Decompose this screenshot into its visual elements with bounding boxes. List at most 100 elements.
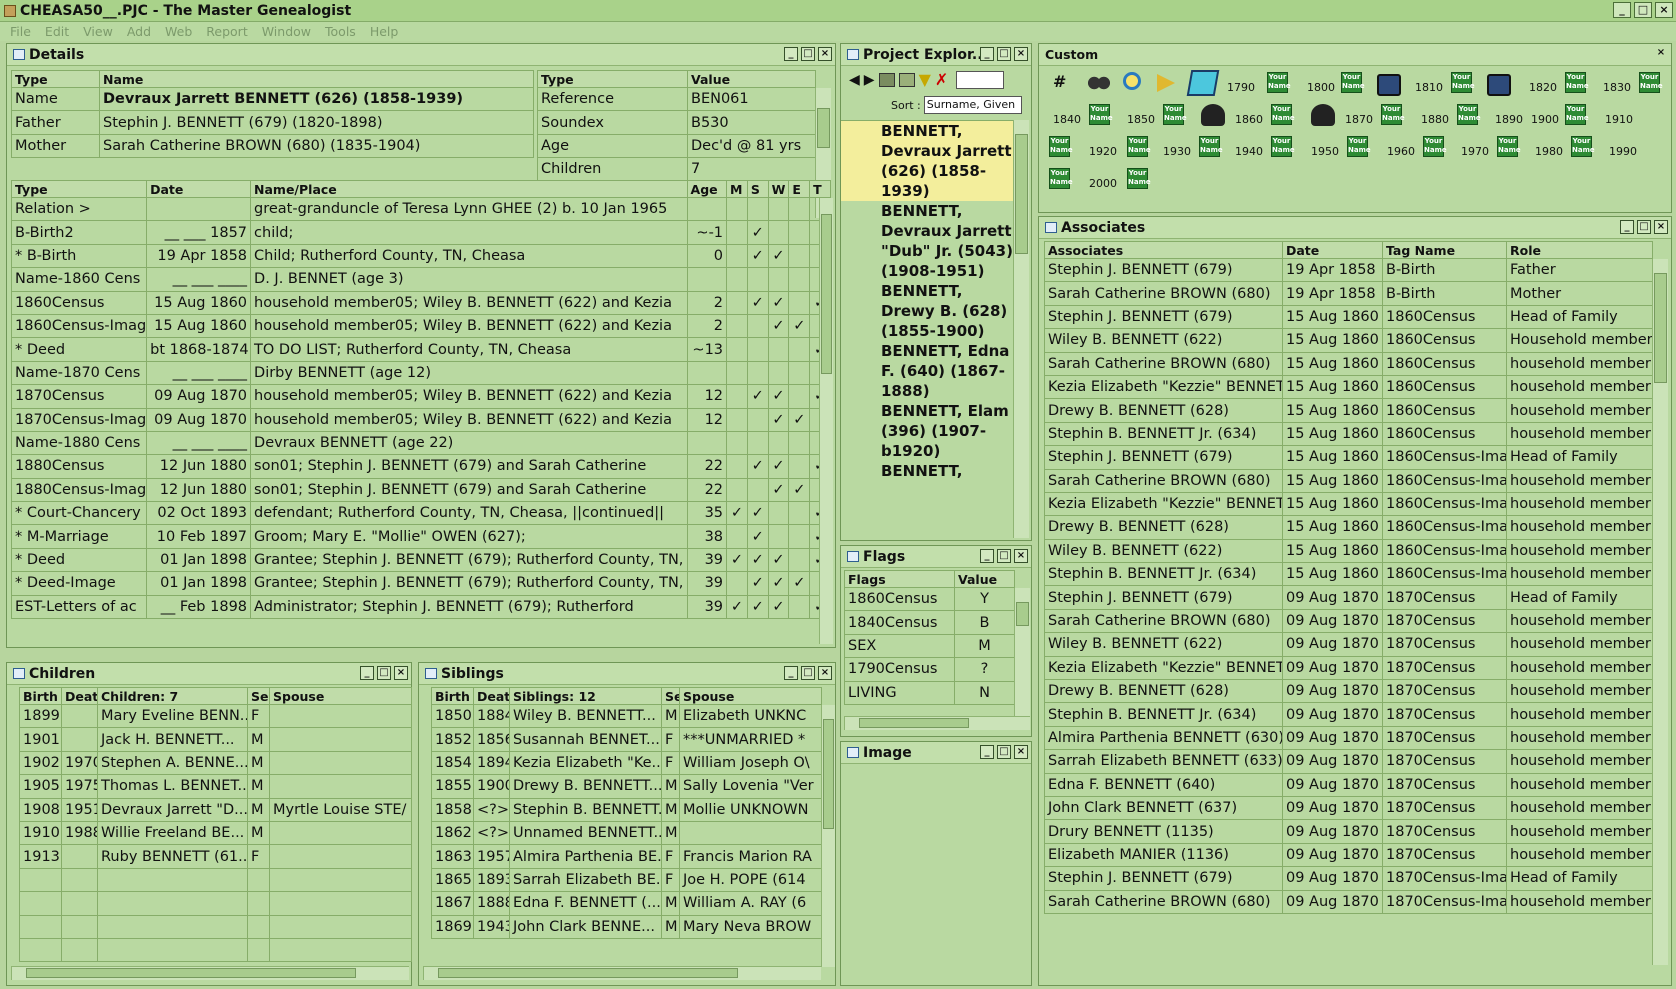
your-name-button[interactable]: Your Name — [1089, 104, 1113, 125]
panel-restore-button[interactable]: □ — [801, 666, 815, 680]
associate-column-header[interactable]: Tag Name — [1382, 241, 1507, 259]
person-silhouette-icon[interactable] — [1201, 104, 1225, 126]
sibling-row[interactable]: 18691943John Clark BENNE...MMary Neva BR… — [431, 914, 822, 939]
value-row[interactable]: Reference BEN061 — [537, 86, 816, 112]
event-row[interactable]: * M-Marriage 10 Feb 1897 Groom; Mary E. "M… — [10, 524, 831, 549]
associate-column-header[interactable]: Associates — [1044, 241, 1283, 259]
associate-row[interactable]: Wiley B. BENNETT (622) 09 Aug 1870 1870Cen… — [1044, 632, 1653, 657]
event-row[interactable]: Name-1880 Cens __ ___ ____ Devraux BENNETT… — [10, 430, 831, 456]
your-name-button[interactable]: Your Name — [1423, 136, 1447, 157]
menu-window[interactable]: Window — [262, 24, 311, 39]
your-name-button[interactable]: Your Name — [1565, 104, 1589, 125]
camera-icon[interactable] — [1377, 74, 1401, 96]
child-column-header[interactable]: Children: 7 — [97, 687, 248, 705]
child-column-header[interactable]: Deatl — [61, 687, 98, 705]
associate-row[interactable]: Almira Parthenia BENNETT (630) 09 Aug 187… — [1044, 725, 1653, 751]
sibling-row[interactable]: 18631957Almira Parthenia BE...FFrancis M… — [431, 844, 822, 869]
panel-restore-button[interactable]: □ — [801, 47, 815, 61]
name-row[interactable]: Mother Sarah Catherine BROWN (680) (1835-… — [11, 133, 534, 159]
your-name-button[interactable]: Your Name — [1271, 136, 1295, 157]
your-name-button[interactable]: Your Name — [1267, 72, 1291, 93]
event-row[interactable]: 1860Census 15 Aug 1860 household member05;… — [10, 290, 831, 315]
child-row[interactable]: 19101988Willie Freeland BE...M — [19, 820, 412, 846]
menu-help[interactable]: Help — [370, 24, 399, 39]
flag-row[interactable]: LIVING N — [844, 680, 1015, 705]
sibling-row[interactable]: 1862 <?> Unnamed BENNETT... M — [431, 820, 822, 846]
associate-row[interactable]: Kezia Elizabeth "Kezzie" BENNET 15 Aug 18… — [1044, 374, 1653, 400]
associate-row[interactable]: Sarah Catherine BROWN (680) 15 Aug 1860 18… — [1044, 351, 1653, 376]
child-column-header[interactable]: Se — [247, 687, 270, 705]
associate-row[interactable]: Sarah Catherine BROWN (680) 09 Aug 1870 18… — [1044, 608, 1653, 634]
event-column-header[interactable]: Date — [146, 180, 252, 198]
your-name-button[interactable]: Your Name — [1341, 72, 1365, 93]
forward-arrow-icon[interactable]: ▶ — [864, 72, 875, 88]
child-column-header[interactable]: Spouse — [269, 687, 412, 705]
associate-row[interactable]: John Clark BENNETT (637) 09 Aug 1870 1870C… — [1044, 795, 1653, 821]
panel-close-button[interactable]: × — [1014, 745, 1028, 759]
event-row[interactable]: Relation > great-granduncle of Teresa Lyn… — [10, 196, 831, 222]
flag-row[interactable]: 1790Census? — [844, 657, 1015, 682]
tree-node[interactable]: BENNETT, Devraux Jarrett "Dub" Jr. (5043… — [841, 201, 1013, 281]
menu-report[interactable]: Report — [206, 24, 247, 39]
panel-close-button[interactable]: × — [1654, 220, 1668, 234]
your-name-button[interactable]: Your Name — [1451, 72, 1475, 93]
magnifier-icon[interactable] — [1123, 72, 1141, 90]
menu-view[interactable]: View — [83, 24, 113, 39]
associate-row[interactable]: Elizabeth MANIER (1136) 09 Aug 1870 1870Ce… — [1044, 842, 1653, 868]
associate-row[interactable]: Stephin J. BENNETT (679) 19 Apr 1858 B-Bir… — [1044, 257, 1653, 283]
panel-minimize-button[interactable]: _ — [784, 47, 798, 61]
panel-close-button[interactable]: × — [818, 666, 832, 680]
menu-add[interactable]: Add — [127, 24, 151, 39]
focus-dropdown[interactable] — [956, 70, 1005, 89]
tree-node[interactable]: BENNETT, Elam (396) (1907-b1920) — [841, 401, 1013, 461]
panel-restore-button[interactable]: □ — [997, 47, 1011, 61]
associate-row[interactable]: Drury BENNETT (1135) 09 Aug 1870 1870Censu… — [1044, 819, 1653, 844]
child-row[interactable]: 1899 Mary Eveline BENN... F — [19, 703, 412, 729]
panel-close-button[interactable]: × — [1014, 47, 1028, 61]
panel-close-button[interactable]: × — [1654, 47, 1668, 61]
name-column-header[interactable]: Name — [99, 70, 534, 88]
panel-close-button[interactable]: × — [1014, 549, 1028, 563]
your-name-button[interactable]: Your Name — [1381, 104, 1405, 125]
sort-dropdown[interactable]: Surname, Given — [923, 96, 1022, 114]
event-row[interactable]: 1880Census 12 Jun 1880 son01; Stephin J. B… — [10, 454, 831, 479]
associate-row[interactable]: Kezia Elizabeth "Kezzie" BENNET 09 Aug 18… — [1044, 655, 1653, 681]
event-row[interactable]: 1860Census-Image 15 Aug 1860 household mem… — [10, 313, 831, 339]
sibling-column-header[interactable]: Birth — [431, 687, 474, 705]
sibling-row[interactable]: 18651893Sarrah Elizabeth BE...FJoe H. PO… — [431, 867, 822, 893]
event-row[interactable]: * Deed-Image 01 Jan 1898 Grantee; Stephin … — [10, 571, 831, 596]
event-row[interactable]: 1880Census-Image 12 Jun 1880 son01; Stephi… — [10, 477, 831, 503]
event-column-header[interactable]: Age — [686, 180, 728, 198]
panel-restore-button[interactable]: □ — [997, 549, 1011, 563]
menu-tools[interactable]: Tools — [325, 24, 356, 39]
event-row[interactable]: 1870Census 09 Aug 1870 household member05;… — [10, 384, 831, 409]
event-row[interactable]: 1870Census-Image 09 Aug 1870 household mem… — [10, 407, 831, 432]
associate-row[interactable]: Sarah Catherine BROWN (680) 15 Aug 1860 18… — [1044, 468, 1653, 493]
tree-node[interactable]: BENNETT, — [841, 461, 1013, 481]
sibling-row[interactable]: 18671888Edna F. BENNETT (...MWilliam A. … — [431, 891, 822, 916]
value-column-header[interactable]: Type — [537, 70, 688, 88]
flag-row[interactable]: SEX M — [844, 633, 1015, 659]
event-row[interactable]: * Deed 01 Jan 1898 Grantee; Stephin J. BEN… — [10, 547, 831, 573]
your-name-button[interactable]: Your Name — [1271, 104, 1295, 125]
sibling-row[interactable]: 18501884Wiley B. BENNETT...MElizabeth UN… — [431, 703, 822, 729]
events-scrollbar[interactable] — [819, 198, 833, 644]
panel-close-button[interactable]: × — [818, 47, 832, 61]
close-button[interactable]: × — [1655, 2, 1673, 18]
event-column-header[interactable]: S — [746, 180, 769, 198]
associate-row[interactable]: Wiley B. BENNETT (622) 15 Aug 1860 1860Cen… — [1044, 328, 1653, 353]
flag-row[interactable]: 1840Census B — [844, 610, 1015, 635]
child-row[interactable]: 1913 Ruby BENNETT (61... F — [19, 844, 412, 869]
tree-node[interactable]: BENNETT, Devraux Jarrett (626) (1858-193… — [841, 121, 1013, 201]
event-row[interactable]: * Deed bt 1868-1874 TO DO LIST; Rutherford… — [10, 337, 831, 362]
pointer-icon[interactable] — [1157, 74, 1175, 92]
your-name-button[interactable]: Your Name — [1347, 136, 1371, 157]
panel-minimize-button[interactable]: _ — [980, 47, 994, 61]
person-silhouette-icon[interactable] — [1311, 104, 1335, 126]
tree-scrollbar[interactable] — [1013, 120, 1029, 538]
panel-restore-button[interactable]: □ — [1637, 220, 1651, 234]
panel-restore-button[interactable]: □ — [377, 666, 391, 680]
sibling-row[interactable]: 1858 <?> Stephin B. BENNETT... M Mollie UNKN… — [431, 797, 822, 822]
associate-row[interactable]: Drewy B. BENNETT (628) 09 Aug 1870 1870Cen… — [1044, 679, 1653, 704]
name-column-header[interactable]: Type — [11, 70, 100, 88]
